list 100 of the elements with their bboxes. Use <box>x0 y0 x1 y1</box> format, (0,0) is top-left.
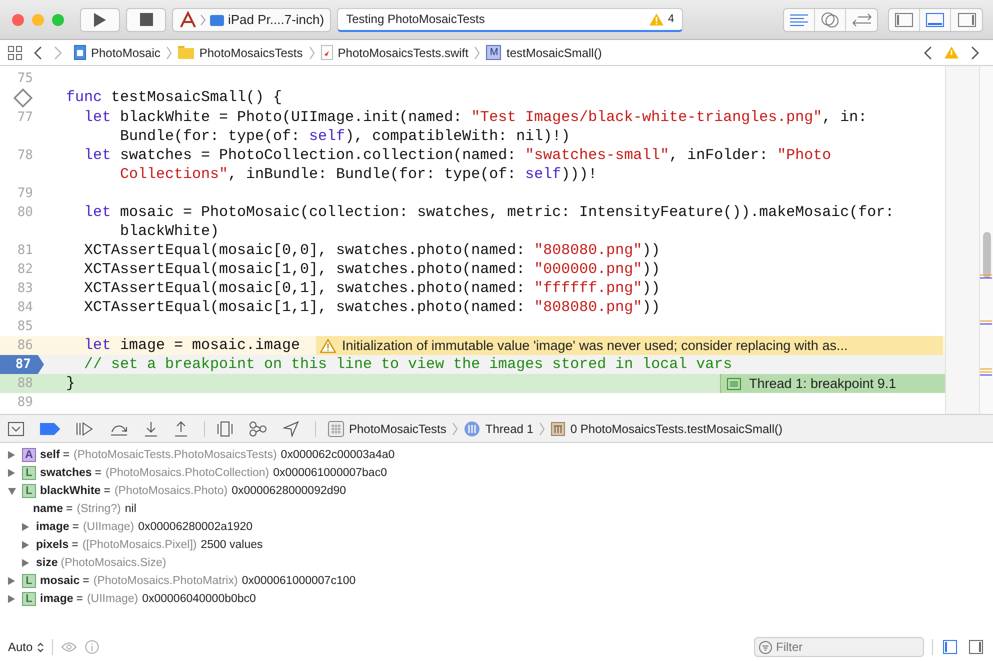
test-diamond-icon[interactable] <box>13 88 33 108</box>
variables-view-toggle[interactable] <box>941 638 959 656</box>
variable-kind-badge: L <box>22 466 36 480</box>
breakpoint-toggle-icon[interactable] <box>40 422 60 434</box>
variable-entry[interactable]: swatches = (PhotoMosaics.PhotoCollection) 0x000061000007bac0 <box>40 467 387 479</box>
right-panel-icon <box>969 640 983 654</box>
overlapping-circles-icon <box>821 12 839 28</box>
grid-icon[interactable] <box>8 46 22 60</box>
code-line: let swatches = PhotoCollection.collection(named: "swatches-small", inFolder: "Photo Collections", inBundle: Bundle(for: type(of: self)))! <box>83 146 832 184</box>
breadcrumb-item[interactable]: Thread 1 <box>464 420 534 436</box>
variable-entry[interactable]: mosaic = (PhotoMosaics.PhotoMatrix) 0x000061000007c100 <box>40 575 356 587</box>
line-number: 88 <box>17 375 34 393</box>
next-issue-icon[interactable] <box>971 46 979 60</box>
scroll-thumb[interactable] <box>983 232 991 278</box>
eye-icon[interactable] <box>60 642 77 652</box>
code-line: XCTAssertEqual(mosaic[0,1], swatches.photo(named: "ffffff.png")) <box>83 279 660 298</box>
variable-entry[interactable]: image = (UIImage) 0x00006280002a1920 <box>36 521 253 533</box>
variable-kind-badge: A <box>22 448 36 462</box>
line-number: 75 <box>17 70 34 88</box>
filter-field[interactable]: Filter <box>754 637 924 657</box>
breakpoint-marker[interactable]: 87 <box>0 355 44 374</box>
code-line: func testMosaicSmall() { <box>65 88 282 108</box>
folder-icon <box>178 46 194 59</box>
lines-icon <box>790 14 808 26</box>
variables-scope-selector[interactable]: Auto <box>8 640 44 654</box>
previous-issue-icon[interactable] <box>924 46 932 60</box>
bottom-panel-icon <box>926 12 944 26</box>
stack-frame-icon <box>551 422 566 436</box>
disclosure-triangle[interactable] <box>8 595 15 603</box>
breadcrumb-item[interactable]: PhotoMosaicsTests.swift <box>320 45 468 60</box>
arrows-icon <box>852 12 872 26</box>
variable-entry[interactable]: self = (PhotoMosaicTests.PhotoMosaicsTests) 0x000062c00003a4a0 <box>40 449 395 461</box>
run-button[interactable] <box>80 8 120 32</box>
filter-icon <box>759 641 772 654</box>
line-number: 80 <box>17 204 34 222</box>
status-text: Testing PhotoMosaicTests <box>346 12 486 26</box>
swift-file-icon <box>320 45 333 60</box>
variable-kind-badge: L <box>22 574 36 588</box>
path-separator-icon <box>166 46 172 60</box>
left-panel-icon <box>943 640 957 654</box>
warning-count: 4 <box>668 13 674 25</box>
code-line: } <box>65 374 76 393</box>
disclosure-triangle[interactable] <box>8 577 15 585</box>
info-icon[interactable] <box>84 640 99 654</box>
thread-icon <box>727 378 741 390</box>
hide-panel-icon[interactable] <box>8 422 24 436</box>
right-panel-icon <box>958 12 976 26</box>
code-line: let image = mosaic.image <box>83 336 300 355</box>
code-line: XCTAssertEqual(mosaic[1,0], swatches.photo(named: "000000.png")) <box>83 260 660 279</box>
scheme-selector[interactable]: iPad Pr....7-inch) <box>172 8 332 32</box>
variable-entry[interactable]: blackWhite = (PhotoMosaics.Photo) 0x0000628000092d90 <box>40 485 346 497</box>
path-separator-icon <box>308 46 315 60</box>
step-into-icon[interactable] <box>144 420 158 436</box>
continue-icon[interactable] <box>76 422 94 436</box>
variable-entry[interactable]: size (PhotoMosaics.Size) <box>36 557 166 569</box>
left-panel-icon <box>895 12 913 26</box>
line-number: 78 <box>17 147 34 165</box>
step-out-icon[interactable] <box>174 420 188 436</box>
line-number: 79 <box>17 185 34 203</box>
line-number: 85 <box>17 318 34 336</box>
view-hierarchy-icon[interactable] <box>217 420 233 436</box>
stop-icon <box>140 13 152 26</box>
variable-entry[interactable]: pixels = ([PhotoMosaics.Pixel]) 2500 values <box>36 539 263 551</box>
disclosure-triangle[interactable] <box>8 469 15 477</box>
disclosure-triangle[interactable] <box>22 541 29 549</box>
path-separator-icon <box>539 422 546 436</box>
chevron-icon <box>200 14 206 26</box>
line-number: 82 <box>17 261 34 279</box>
breadcrumb-item[interactable]: 0 PhotoMosaicsTests.testMosaicSmall() <box>551 422 782 436</box>
close-button[interactable] <box>12 14 24 26</box>
line-number: 84 <box>17 299 34 317</box>
memory-graph-icon[interactable] <box>249 420 267 436</box>
variable-entry[interactable]: name = (String?) nil <box>33 503 136 515</box>
variable-entry[interactable]: image = (UIImage) 0x00006040000b0bc0 <box>40 593 256 605</box>
project-file-icon <box>74 45 86 60</box>
back-icon[interactable] <box>34 46 42 60</box>
code-line: XCTAssertEqual(mosaic[0,0], swatches.photo(named: "808080.png")) <box>83 241 660 260</box>
variable-kind-badge: L <box>22 592 36 606</box>
app-grid-icon <box>328 420 344 436</box>
disclosure-triangle[interactable] <box>8 451 15 459</box>
line-number: 77 <box>17 109 34 127</box>
thread-message: Thread 1: breakpoint 9.1 <box>749 376 896 391</box>
location-arrow-icon[interactable] <box>283 420 299 436</box>
app-icon <box>179 10 197 28</box>
breadcrumb-item[interactable]: PhotoMosaic <box>74 45 160 60</box>
warning-message: Initialization of immutable value 'image' was never used; consider replacing with as... <box>342 338 848 353</box>
breadcrumb-item[interactable]: PhotoMosaicsTests <box>178 46 303 60</box>
code-line: let mosaic = PhotoMosaic(collection: swatches, metric: IntensityFeature()).makeMosaic(for: blackWhite) <box>83 203 894 241</box>
line-number: 86 <box>17 337 34 355</box>
path-separator-icon <box>452 422 458 436</box>
path-separator-icon <box>474 46 480 60</box>
disclosure-triangle[interactable] <box>22 523 29 531</box>
line-number: 83 <box>17 280 34 298</box>
console-view-toggle[interactable] <box>967 638 985 656</box>
breadcrumb-item[interactable]: M testMosaicSmall() <box>486 45 602 60</box>
disclosure-triangle[interactable] <box>22 559 29 567</box>
warning-icon <box>320 338 336 352</box>
breadcrumb-item[interactable]: PhotoMosaicTests <box>328 420 446 436</box>
stop-button[interactable] <box>126 8 166 32</box>
variable-kind-badge: L <box>22 484 36 498</box>
